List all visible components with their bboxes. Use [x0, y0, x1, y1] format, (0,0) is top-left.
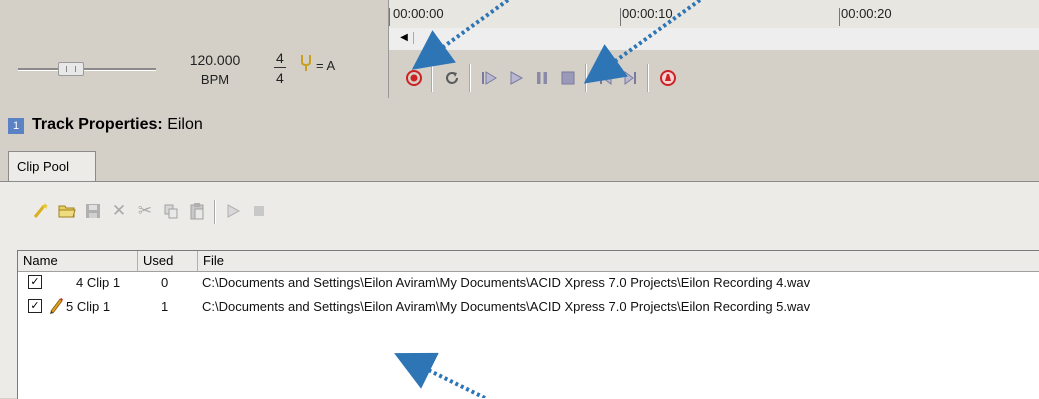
toolbar-separator: [214, 200, 216, 224]
open-folder-icon[interactable]: [56, 200, 78, 222]
go-to-start-icon: [600, 71, 612, 85]
copy-icon[interactable]: [160, 200, 182, 222]
track-number-icon: 1: [8, 118, 24, 134]
clip-file-path: C:\Documents and Settings\Eilon Aviram\M…: [202, 299, 811, 314]
play-from-start-button[interactable]: [479, 67, 501, 89]
clip-name: 5 Clip 1: [66, 299, 111, 314]
list-item[interactable]: ✓ 5 Clip 1 1 C:\Documents and Settings\E…: [18, 296, 1039, 320]
clip-checkbox[interactable]: ✓: [28, 275, 42, 289]
list-item[interactable]: ✓ 4 Clip 1 0 C:\Documents and Settings\E…: [18, 272, 1039, 296]
scroll-track[interactable]: [413, 32, 1034, 44]
play-from-start-icon: [482, 71, 497, 85]
time-signature-numerator[interactable]: 4: [276, 50, 284, 66]
paste-icon[interactable]: [186, 200, 208, 222]
loop-icon: [446, 72, 458, 84]
scroll-left-icon[interactable]: ◀: [397, 31, 411, 45]
tempo-slider-track[interactable]: [18, 68, 156, 71]
save-icon[interactable]: [82, 200, 104, 222]
ruler-tick: [389, 8, 390, 26]
tempo-slider-thumb[interactable]: [58, 62, 84, 76]
delete-icon[interactable]: ✕: [108, 200, 130, 222]
transport-area: 120.000 BPM 4 4 = A 00:00:00 00:00:10 00…: [0, 0, 1039, 98]
pause-icon: [537, 72, 547, 84]
pencil-icon: [48, 296, 64, 317]
record-button[interactable]: [403, 67, 425, 89]
wand-icon[interactable]: [30, 200, 52, 222]
tempo-panel: 120.000 BPM 4 4 = A: [0, 0, 385, 98]
clip-name: 4 Clip 1: [76, 275, 121, 290]
clip-used-count: 0: [161, 275, 169, 290]
clip-list: Name Used File ✓ 4 Clip 1 0 C:\Documents…: [17, 250, 1039, 399]
stop-icon: [561, 71, 575, 85]
play-button[interactable]: [505, 67, 527, 89]
time-signature-denominator[interactable]: 4: [276, 70, 284, 86]
play-icon: [510, 71, 524, 85]
metronome-button[interactable]: [657, 67, 679, 89]
transport-toolbar: [388, 50, 1039, 98]
clip-list-header: Name Used File: [18, 251, 1039, 272]
toolbar-separator: [431, 64, 433, 92]
track-name: Eilon: [167, 116, 203, 133]
metronome-icon: [660, 70, 676, 86]
column-header-file[interactable]: File: [198, 251, 1039, 271]
ruler-marker: 00:00:20: [841, 6, 892, 21]
toolbar-separator: [647, 64, 649, 92]
toolbar-separator: [585, 64, 587, 92]
time-signature-divider: [274, 67, 286, 68]
clip-checkbox[interactable]: ✓: [28, 299, 42, 313]
track-properties-title: Track Properties: Eilon: [32, 116, 203, 134]
go-to-end-button[interactable]: [619, 67, 641, 89]
toolbar-separator: [469, 64, 471, 92]
stop-icon[interactable]: [248, 200, 270, 222]
loop-button[interactable]: [441, 67, 463, 89]
project-key[interactable]: = A: [316, 58, 335, 73]
clip-pool-toolbar: ✕ ✂: [0, 182, 1039, 240]
ruler-tick: [620, 8, 621, 26]
column-header-used[interactable]: Used: [138, 251, 198, 271]
clip-file-path: C:\Documents and Settings\Eilon Aviram\M…: [202, 275, 811, 290]
go-to-end-icon: [624, 71, 636, 85]
clip-pool-panel: ✕ ✂ Name Used File ✓ 4 Clip 1 0 C:\Docum…: [0, 182, 1039, 399]
tab-label: Clip Pool: [17, 159, 70, 174]
play-icon[interactable]: [222, 200, 244, 222]
tab-clip-pool[interactable]: Clip Pool: [8, 151, 96, 182]
go-to-start-button[interactable]: [595, 67, 617, 89]
clip-used-count: 1: [161, 299, 169, 314]
bpm-label: BPM: [200, 72, 230, 87]
timeline: 00:00:00 00:00:10 00:00:20 ◀: [388, 0, 1039, 98]
time-ruler[interactable]: 00:00:00 00:00:10 00:00:20: [388, 0, 1039, 29]
stop-button[interactable]: [557, 67, 579, 89]
pause-button[interactable]: [531, 67, 553, 89]
bpm-value[interactable]: 120.000: [185, 52, 245, 68]
track-properties-header: 1 Track Properties: Eilon: [0, 114, 1039, 140]
ruler-marker: 00:00:10: [622, 6, 673, 21]
ruler-marker: 00:00:00: [393, 6, 444, 21]
record-icon: [406, 70, 422, 86]
cut-icon[interactable]: ✂: [134, 200, 156, 222]
tuning-fork-icon: [300, 54, 312, 77]
column-header-name[interactable]: Name: [18, 251, 138, 271]
track-properties-label: Track Properties:: [32, 116, 163, 133]
ruler-tick: [839, 8, 840, 26]
timeline-scroll: ◀: [388, 28, 1039, 50]
